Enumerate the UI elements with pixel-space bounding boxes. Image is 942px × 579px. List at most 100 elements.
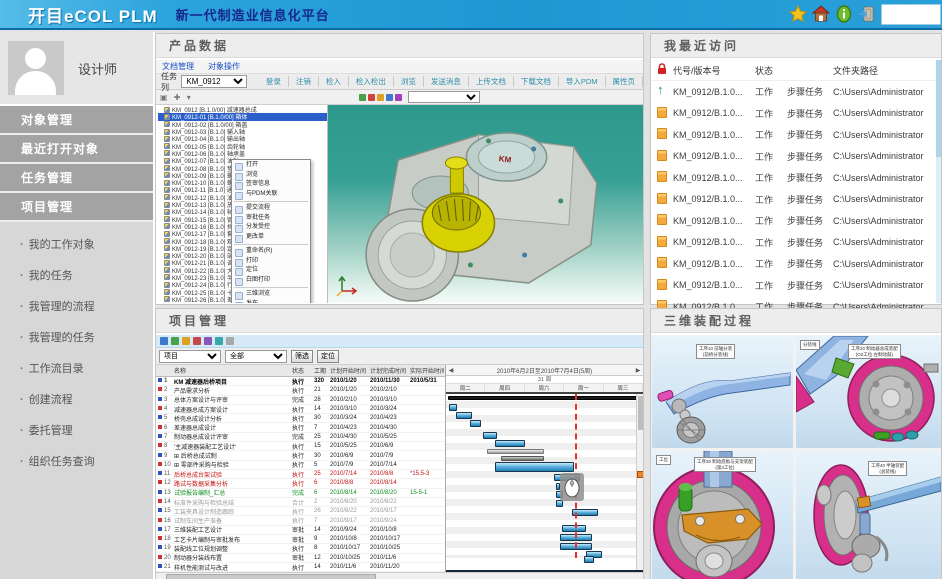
task-row[interactable]: 11 后桥总成台架试验 执行 25 2010/7/14 2010/8/8 *15… [156, 470, 445, 479]
home-icon[interactable] [812, 5, 830, 23]
task-row[interactable]: 19 装配线工位规划调整 执行 8 2010/10/17 2010/10/25 [156, 544, 445, 553]
col-status[interactable]: 状态 [755, 64, 787, 77]
context-menu-item[interactable] [234, 199, 308, 202]
project-combo-1[interactable]: 项目 [159, 350, 221, 363]
context-menu-item[interactable]: 定位 [232, 266, 310, 276]
task-row[interactable]: 14 标准件采购与检验总结 合计 2 2010/8/20 2010/8/22 [156, 498, 445, 507]
sidebar-submenu-item[interactable]: 我的任务 [0, 261, 153, 292]
tool-icon-refresh[interactable] [215, 337, 223, 345]
task-row[interactable]: 4 减速器总成方案设计 执行 14 2010/3/10 2010/3/24 [156, 405, 445, 414]
gantt-plot-area[interactable] [446, 394, 643, 558]
palette-icon-green[interactable] [359, 94, 366, 101]
task-row[interactable]: 3 总体方案设计与评审 完成 28 2010/2/10 2010/3/10 [156, 396, 445, 405]
recent-row[interactable]: KM_0912/B.1.0... 工作 步骤任务 C:\Users\Admini… [651, 210, 941, 232]
gantt-bar[interactable] [584, 556, 594, 563]
gantt-bar[interactable] [562, 525, 586, 532]
project-combo-2[interactable]: 全部 [225, 350, 287, 363]
context-menu-item[interactable]: 重命名(R) [232, 247, 310, 257]
task-row[interactable]: 20 制动器分装线布置 审批 12 2010/10/25 2010/11/6 [156, 554, 445, 563]
recent-row[interactable]: KM_0912/B.1.0... 工作 步骤任务 C:\Users\Admini… [651, 81, 941, 103]
gantt-bar[interactable] [449, 404, 457, 411]
context-menu-item[interactable] [234, 285, 308, 288]
cad-toolbar-button[interactable]: 属性页 [606, 76, 644, 87]
palette-icon-purple[interactable] [395, 94, 402, 101]
recent-row[interactable]: KM_0912/B.1.0... 工作 步骤任务 C:\Users\Admini… [651, 124, 941, 146]
project-locate-button[interactable]: 定位 [317, 350, 339, 363]
context-menu-item[interactable] [234, 242, 308, 245]
tool-icon-export[interactable] [226, 337, 234, 345]
gantt-bar[interactable] [495, 440, 525, 447]
cad-toolbar-button[interactable]: 下载文档 [514, 76, 559, 87]
cad-3d-viewport[interactable]: KM [328, 105, 643, 303]
gantt-scroll-right[interactable]: ▶ [633, 367, 643, 374]
logout-door-icon[interactable] [858, 5, 876, 23]
task-row[interactable]: 2 产品需求分析 执行 21 2010/1/20 2010/2/10 [156, 386, 445, 395]
recent-row[interactable]: KM_0912/B.1.0... 工作 步骤任务 C:\Users\Admini… [651, 275, 941, 297]
sidebar-menu-item[interactable]: 任务管理 [0, 164, 153, 193]
context-menu-item[interactable]: 审批任务 [232, 214, 310, 224]
cad-tab[interactable]: 对象操作 [208, 61, 240, 72]
recent-row[interactable]: KM_0912/B.1.0... 工作 步骤任务 C:\Users\Admini… [651, 167, 941, 189]
assembly-image-backing-plate[interactable]: 工位 工序30 制动底板与支架装配(第3工位) [652, 451, 793, 579]
sidebar-menu-item[interactable]: 项目管理 [0, 193, 153, 222]
context-menu-item[interactable]: 三维浏览 [232, 290, 310, 300]
gantt-bar[interactable] [448, 396, 637, 400]
cad-toolbar-button[interactable]: 检入 [319, 76, 349, 87]
palette-icon-yellow[interactable] [377, 94, 384, 101]
recent-row[interactable]: KM_0912/B.1.0... 工作 步骤任务 C:\Users\Admini… [651, 103, 941, 125]
cad-toolbar-button[interactable]: 导入PDM [559, 76, 606, 87]
gantt-bar[interactable] [483, 432, 497, 439]
context-menu-item[interactable]: 浏览 [232, 171, 310, 181]
task-row[interactable]: 15 工装夹具设计制造跟踪 执行 26 2010/8/22 2010/9/17 [156, 507, 445, 516]
task-row[interactable]: 21 样机性能测试与改进 执行 14 2010/11/6 2010/11/20 [156, 563, 445, 572]
sidebar-submenu-item[interactable]: 创建流程 [0, 385, 153, 416]
favorites-star-icon[interactable] [789, 5, 807, 23]
cad-toolbar-button[interactable]: 上传文档 [469, 76, 514, 87]
tool-icon-open[interactable] [171, 337, 179, 345]
tool-icon-save[interactable] [182, 337, 190, 345]
sidebar-menu-item[interactable]: 最近打开对象 [0, 135, 153, 164]
cad-toolbar-button[interactable]: 登录 [259, 76, 289, 87]
gantt-bar[interactable] [456, 412, 472, 419]
col-code[interactable]: 代号/版本号 [673, 64, 755, 77]
assembly-image-front-axle[interactable]: 工序10 前轴分装(前桥分装线) [652, 336, 793, 448]
gantt-bar[interactable] [495, 462, 574, 472]
project-filter-button[interactable]: 筛选 [291, 350, 313, 363]
task-row[interactable]: 6 差速器总成设计 执行 7 2010/4/23 2010/4/30 [156, 423, 445, 432]
assembly-image-axle-shaft[interactable]: 工序40 半轴装配(总装线) [796, 451, 941, 579]
sidebar-menu-item[interactable]: 对象管理 [0, 106, 153, 135]
recent-row[interactable]: KM_0912/B.1.0... 工作 步骤任务 C:\Users\Admini… [651, 253, 941, 275]
task-combo[interactable]: KM_0912 [181, 75, 246, 88]
context-menu-item[interactable]: 签审信息 [232, 180, 310, 190]
gantt-bar[interactable] [556, 500, 563, 507]
gantt-bar[interactable] [501, 456, 544, 461]
context-menu-item[interactable]: 打开 [232, 161, 310, 171]
gantt-scroll-left[interactable]: ◀ [446, 367, 456, 374]
gantt-bar[interactable] [470, 420, 482, 427]
tree-tools-icons[interactable]: ▣ ✚ ▾ [160, 93, 193, 102]
assembly-image-brake-drum[interactable]: 分装线 工序20 制动器总成装配(O2工位 左制动鼓) [796, 336, 941, 448]
recent-row[interactable]: KM_0912/B.1.0... 工作 步骤任务 C:\Users\Admini… [651, 189, 941, 211]
user-avatar[interactable] [8, 41, 64, 95]
cad-toolbar-button[interactable]: 发送消息 [424, 76, 469, 87]
sidebar-submenu-item[interactable]: 工作流目录 [0, 354, 153, 385]
recent-row[interactable]: KM_0912/B.1.0... 工作 步骤任务 C:\Users\Admini… [651, 232, 941, 254]
cad-toolbar-button[interactable]: 注销 [289, 76, 319, 87]
sidebar-submenu-item[interactable]: 我管理的流程 [0, 292, 153, 323]
tool-icon-new[interactable] [160, 337, 168, 345]
gantt-bar[interactable] [487, 449, 544, 454]
header-search-input[interactable] [881, 4, 941, 25]
recent-row[interactable]: KM_0912/B.1.0... 工作 步骤任务 C:\Users\Admini… [651, 146, 941, 168]
sidebar-submenu-item[interactable]: 委托管理 [0, 416, 153, 447]
task-row[interactable]: 13 试验报告编制_汇总 完成 6 2010/8/14 2010/8/20 15… [156, 489, 445, 498]
task-row[interactable]: 8 '主减速器装配工艺设计' 执行 15 2010/5/25 2010/6/9 [156, 442, 445, 451]
task-row[interactable]: 12 路试与数据采集分析 执行 6 2010/8/8 2010/8/14 [156, 479, 445, 488]
task-row[interactable]: 1 KM 减速器后桥项目 执行 320 2010/1/20 2010/11/30… [156, 377, 445, 386]
palette-icon-red[interactable] [368, 94, 375, 101]
context-menu-item[interactable]: 分发受控 [232, 223, 310, 233]
tool-icon-print[interactable] [204, 337, 212, 345]
info-icon[interactable] [835, 5, 853, 23]
view-combo[interactable] [408, 91, 480, 103]
context-menu-item[interactable]: 白图打印 [232, 276, 310, 286]
task-row[interactable]: 9 ⊞ 后桥总成试制 执行 30 2010/6/9 2010/7/9 [156, 451, 445, 460]
